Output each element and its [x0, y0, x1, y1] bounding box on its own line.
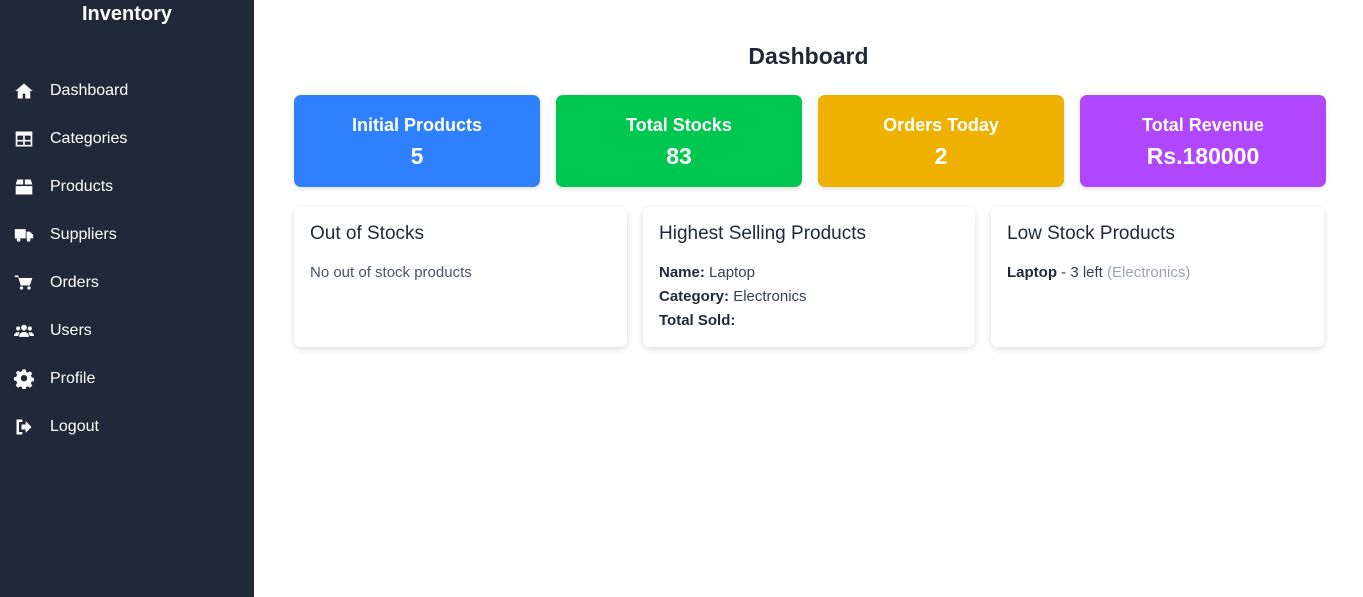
stat-value: 83: [666, 143, 692, 169]
stat-card-orders-today: Orders Today 2: [818, 95, 1064, 187]
sidebar-item-profile[interactable]: Profile: [0, 355, 254, 403]
card-title: Low Stock Products: [1007, 223, 1175, 244]
sidebar-item-label: Suppliers: [50, 226, 117, 243]
gear-icon: [13, 368, 35, 390]
card-title: Out of Stocks: [310, 223, 425, 244]
box-icon: [13, 176, 35, 198]
stat-label: Orders Today: [883, 115, 999, 135]
low-stock-category: (Electronics): [1107, 264, 1191, 281]
low-stock-card: Low Stock Products Laptop - 3 left (Elec…: [991, 207, 1324, 347]
stat-label: Total Stocks: [626, 115, 732, 135]
logout-icon: [13, 416, 35, 438]
sidebar-item-label: Dashboard: [50, 82, 129, 99]
truck-icon: [13, 224, 35, 246]
stat-card-total-stocks: Total Stocks 83: [556, 95, 802, 187]
sidebar-nav: Dashboard Categories Products Suppliers: [0, 67, 254, 451]
stat-label: Total Revenue: [1142, 115, 1264, 135]
stat-value: 2: [934, 143, 948, 169]
users-icon: [13, 320, 35, 342]
stat-label: Initial Products: [351, 115, 483, 135]
table-icon: [13, 128, 35, 150]
stat-value: 5: [410, 143, 424, 169]
sidebar-item-categories[interactable]: Categories: [0, 115, 254, 163]
main-content: Dashboard Initial Products 5 Total Stock…: [254, 0, 1363, 597]
sidebar-item-logout[interactable]: Logout: [0, 403, 254, 451]
highest-selling-card: Highest Selling Products Name: Laptop Ca…: [643, 207, 975, 347]
category-label: Category:: [659, 288, 730, 305]
stat-value: Rs.180000: [1146, 143, 1260, 169]
page-title: Dashboard: [748, 43, 869, 69]
name-label: Name:: [659, 264, 705, 281]
stat-card-initial-products: Initial Products 5: [294, 95, 540, 187]
total-sold-label: Total Sold:: [659, 312, 736, 329]
sidebar-item-label: Products: [50, 178, 114, 195]
total-sold-line: Total Sold:: [659, 309, 959, 333]
sidebar-item-label: Profile: [50, 370, 96, 387]
sidebar: Inventory Dashboard Categories Products: [0, 0, 254, 597]
name-value: Laptop: [709, 264, 755, 281]
empty-message: No out of stock products: [310, 264, 472, 281]
sidebar-item-users[interactable]: Users: [0, 307, 254, 355]
sidebar-item-dashboard[interactable]: Dashboard: [0, 67, 254, 115]
stat-card-total-revenue: Total Revenue Rs.180000: [1080, 95, 1326, 187]
cart-icon: [13, 272, 35, 294]
app-root: Inventory Dashboard Categories Products: [0, 0, 1363, 597]
sidebar-item-label: Orders: [50, 274, 99, 291]
list-item: Laptop - 3 left (Electronics): [1007, 261, 1308, 285]
sidebar-item-products[interactable]: Products: [0, 163, 254, 211]
low-stock-product-name: Laptop: [1007, 264, 1057, 281]
sidebar-item-label: Categories: [50, 130, 128, 147]
sidebar-item-suppliers[interactable]: Suppliers: [0, 211, 254, 259]
card-title: Highest Selling Products: [659, 223, 866, 244]
out-of-stocks-card: Out of Stocks No out of stock products: [294, 207, 627, 347]
stat-cards: Initial Products 5 Total Stocks 83 Order…: [294, 95, 1326, 187]
brand-title: Inventory: [81, 3, 173, 25]
info-cards: Out of Stocks No out of stock products H…: [294, 207, 1324, 347]
sidebar-item-label: Logout: [50, 418, 99, 435]
low-stock-detail: - 3 left: [1061, 264, 1103, 281]
product-name-line: Name: Laptop: [659, 261, 959, 285]
sidebar-item-orders[interactable]: Orders: [0, 259, 254, 307]
sidebar-item-label: Users: [50, 322, 92, 339]
product-category-line: Category: Electronics: [659, 285, 959, 309]
category-value: Electronics: [733, 288, 807, 305]
home-icon: [13, 80, 35, 102]
